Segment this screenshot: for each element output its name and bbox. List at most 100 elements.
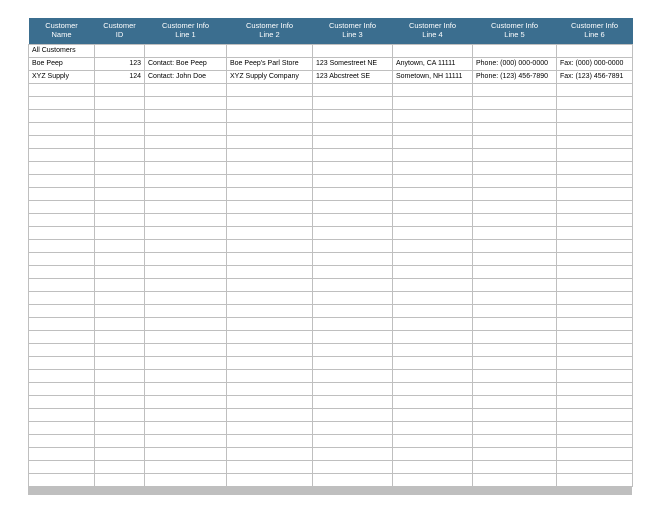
cell-c2[interactable] [227,279,313,292]
cell-c2[interactable] [227,45,313,58]
cell-c4[interactable] [393,201,473,214]
cell-c2[interactable] [227,370,313,383]
cell-c3[interactable] [313,305,393,318]
cell-name[interactable]: XYZ Supply [29,71,95,84]
table-row[interactable] [29,344,633,357]
cell-c3[interactable] [313,240,393,253]
cell-c4[interactable] [393,123,473,136]
cell-c3[interactable] [313,344,393,357]
cell-id[interactable] [95,344,145,357]
cell-c6[interactable] [557,279,633,292]
table-row[interactable] [29,240,633,253]
cell-id[interactable] [95,84,145,97]
table-row[interactable] [29,123,633,136]
cell-c2[interactable]: Boe Peep's Parl Store [227,58,313,71]
cell-name[interactable] [29,422,95,435]
cell-c5[interactable] [473,305,557,318]
table-row[interactable] [29,305,633,318]
cell-c3[interactable] [313,383,393,396]
cell-c5[interactable] [473,240,557,253]
cell-c2[interactable] [227,396,313,409]
cell-c6[interactable] [557,344,633,357]
cell-c1[interactable] [145,396,227,409]
cell-name[interactable] [29,305,95,318]
cell-id[interactable] [95,448,145,461]
cell-c5[interactable]: Phone: (123) 456-7890 [473,71,557,84]
cell-c3[interactable] [313,227,393,240]
cell-id[interactable] [95,279,145,292]
cell-c5[interactable] [473,292,557,305]
cell-c4[interactable] [393,357,473,370]
cell-c6[interactable] [557,214,633,227]
cell-name[interactable] [29,461,95,474]
cell-name[interactable] [29,227,95,240]
cell-c5[interactable] [473,435,557,448]
cell-c1[interactable] [145,136,227,149]
cell-id[interactable] [95,266,145,279]
cell-c4[interactable] [393,175,473,188]
cell-c6[interactable] [557,331,633,344]
cell-c2[interactable] [227,266,313,279]
cell-c1[interactable] [145,214,227,227]
cell-c4[interactable]: Anytown, CA 11111 [393,58,473,71]
cell-name[interactable] [29,409,95,422]
cell-c4[interactable] [393,435,473,448]
cell-name[interactable] [29,162,95,175]
table-row[interactable] [29,331,633,344]
cell-c6[interactable]: Fax: (123) 456-7891 [557,71,633,84]
cell-c5[interactable] [473,201,557,214]
cell-c3[interactable] [313,422,393,435]
cell-c1[interactable]: Contact: Boe Peep [145,58,227,71]
cell-c2[interactable] [227,214,313,227]
cell-c1[interactable] [145,279,227,292]
cell-c2[interactable] [227,149,313,162]
cell-c6[interactable] [557,383,633,396]
table-row[interactable] [29,84,633,97]
cell-name[interactable] [29,123,95,136]
table-row[interactable] [29,162,633,175]
cell-c4[interactable] [393,253,473,266]
cell-c2[interactable] [227,188,313,201]
cell-c5[interactable] [473,149,557,162]
cell-c1[interactable] [145,266,227,279]
table-row[interactable] [29,136,633,149]
cell-c3[interactable] [313,370,393,383]
table-row[interactable] [29,97,633,110]
cell-c5[interactable] [473,136,557,149]
cell-c6[interactable] [557,240,633,253]
cell-c3[interactable] [313,188,393,201]
cell-id[interactable] [95,149,145,162]
cell-c4[interactable] [393,370,473,383]
cell-name[interactable] [29,240,95,253]
cell-c2[interactable] [227,435,313,448]
cell-name[interactable] [29,370,95,383]
table-row[interactable]: All Customers [29,45,633,58]
cell-c5[interactable] [473,97,557,110]
cell-c2[interactable] [227,422,313,435]
cell-c2[interactable] [227,253,313,266]
cell-c3[interactable] [313,331,393,344]
cell-c2[interactable] [227,97,313,110]
cell-c3[interactable] [313,266,393,279]
cell-c4[interactable] [393,292,473,305]
cell-c1[interactable] [145,422,227,435]
cell-name[interactable] [29,435,95,448]
table-row[interactable] [29,266,633,279]
cell-c2[interactable] [227,175,313,188]
cell-c4[interactable] [393,331,473,344]
cell-id[interactable] [95,474,145,487]
cell-c3[interactable] [313,357,393,370]
table-row[interactable]: XYZ Supply124Contact: John DoeXYZ Supply… [29,71,633,84]
cell-c3[interactable] [313,123,393,136]
cell-c1[interactable] [145,84,227,97]
cell-c5[interactable] [473,162,557,175]
cell-id[interactable]: 123 [95,58,145,71]
cell-id[interactable]: 124 [95,71,145,84]
cell-c4[interactable]: Sometown, NH 11111 [393,71,473,84]
cell-c5[interactable] [473,175,557,188]
cell-c4[interactable] [393,214,473,227]
cell-c3[interactable] [313,84,393,97]
cell-c6[interactable] [557,162,633,175]
table-row[interactable] [29,383,633,396]
cell-c3[interactable] [313,448,393,461]
